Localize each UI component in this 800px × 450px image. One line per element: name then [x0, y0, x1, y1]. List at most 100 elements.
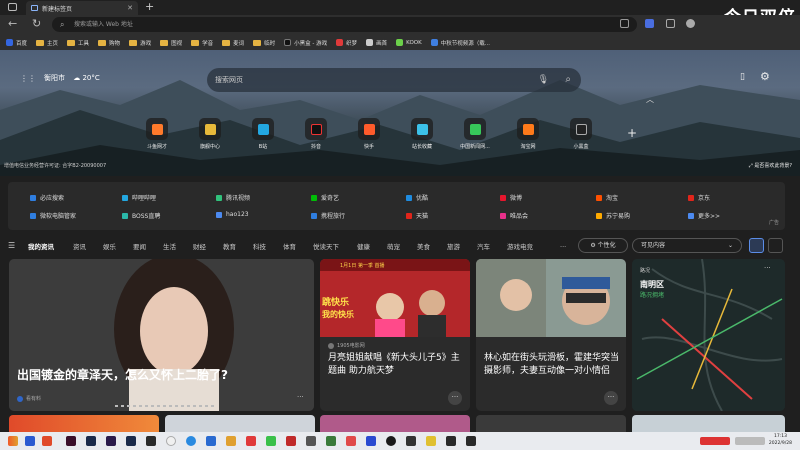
- list-view-button[interactable]: [768, 238, 783, 253]
- shortcut-tile[interactable]: 斗鱼网才: [140, 118, 174, 150]
- quick-link[interactable]: 更多>>: [688, 211, 720, 220]
- app-icon[interactable]: [446, 436, 456, 446]
- traffic-card[interactable]: 路况 南明区 路况拥堵 ···: [632, 259, 785, 411]
- background-feedback-link[interactable]: ⤢ 是否喜欢此背景?: [749, 162, 792, 169]
- bookmark-folder[interactable]: 工具: [67, 39, 89, 47]
- visible-content-select[interactable]: 可见内容 ⌄: [632, 238, 742, 253]
- news-tab[interactable]: 要闻: [133, 241, 146, 251]
- bookmark-folder[interactable]: 图视: [160, 39, 182, 47]
- bookmark-folder[interactable]: 麦词: [222, 39, 244, 47]
- quick-link[interactable]: 苏宁易购: [596, 211, 630, 220]
- bookmark-folder[interactable]: 临时: [253, 39, 275, 47]
- quick-link[interactable]: 携程旅行: [311, 211, 345, 220]
- news-tab[interactable]: 科技: [253, 241, 266, 251]
- quick-link[interactable]: 优酷: [406, 193, 428, 202]
- settings-gear-icon[interactable]: ⚙: [760, 70, 770, 83]
- microphone-icon[interactable]: 🎙: [538, 68, 549, 92]
- tray-icons[interactable]: [735, 437, 765, 445]
- bookmark-item[interactable]: 织梦: [336, 39, 357, 47]
- tab-new-tab[interactable]: 新建标签页 ✕: [26, 1, 138, 15]
- shortcut-tile[interactable]: 快手: [352, 118, 386, 150]
- more-options-icon[interactable]: ···: [764, 264, 771, 272]
- shortcut-tile[interactable]: 抖音: [299, 118, 333, 150]
- shortcut-tile[interactable]: 中国新闻网...: [458, 118, 492, 150]
- app-icon[interactable]: [106, 436, 116, 446]
- quick-link[interactable]: BOSS直聘: [122, 211, 160, 220]
- app-icon[interactable]: [8, 436, 18, 446]
- address-input[interactable]: ⌕ 搜索或输入 Web 地址: [52, 17, 637, 32]
- app-icon[interactable]: [346, 436, 356, 446]
- menu-icon[interactable]: ☰: [8, 241, 15, 250]
- edge-icon[interactable]: [186, 436, 196, 446]
- news-tab[interactable]: 萌宠: [387, 241, 400, 251]
- add-shortcut-button[interactable]: +: [627, 126, 637, 140]
- news-card[interactable]: 出国镀金的章泽天，怎么又怀上二胎了? 看有料 ···: [9, 259, 314, 411]
- tray-icons[interactable]: [700, 437, 730, 445]
- news-card[interactable]: 林心如在街头玩滑板，霍建华突当摄影师，夫妻互动像一对小情侣 ···: [476, 259, 626, 411]
- extension-icon[interactable]: [645, 19, 654, 28]
- search-icon[interactable]: ⌕: [565, 68, 571, 92]
- news-tab[interactable]: 游戏电竞: [507, 241, 533, 251]
- system-clock[interactable]: 17:13 2022/9/28: [769, 433, 792, 447]
- news-tab[interactable]: 美食: [417, 241, 430, 251]
- quick-link[interactable]: 微软电脑管家: [30, 211, 76, 220]
- bookmark-folder[interactable]: 购物: [98, 39, 120, 47]
- bookmark-item[interactable]: 百度: [6, 39, 27, 47]
- shortcut-tile[interactable]: 淘宝网: [511, 118, 545, 150]
- app-icon[interactable]: [25, 436, 35, 446]
- app-icon[interactable]: [66, 436, 76, 446]
- news-tab[interactable]: 教育: [223, 241, 236, 251]
- more-options-icon[interactable]: ···: [297, 393, 304, 401]
- news-tab-mine[interactable]: 我的资讯: [28, 241, 54, 251]
- grid-view-button[interactable]: [749, 238, 764, 253]
- weather-widget[interactable]: 衡阳市 ☁ 20°C: [44, 73, 100, 83]
- app-icon[interactable]: [426, 436, 436, 446]
- shortcut-tile[interactable]: 旗舰中心: [193, 118, 227, 150]
- profile-icon[interactable]: [686, 19, 695, 28]
- carousel-dots[interactable]: [115, 405, 215, 407]
- chrome-icon[interactable]: [166, 436, 176, 446]
- quick-link[interactable]: 唯品会: [500, 211, 528, 220]
- more-tabs-button[interactable]: ...: [560, 241, 566, 249]
- bookmark-item[interactable]: KOOK: [396, 39, 422, 46]
- app-icon[interactable]: [246, 436, 256, 446]
- shortcut-tile[interactable]: B站: [246, 118, 280, 150]
- quick-link[interactable]: 腾讯视频: [216, 193, 250, 202]
- more-options-button[interactable]: ···: [604, 391, 618, 405]
- bookmark-folder[interactable]: 游戏: [129, 39, 151, 47]
- app-icon[interactable]: [42, 436, 52, 446]
- news-tab[interactable]: 财经: [193, 241, 206, 251]
- apps-grid-icon[interactable]: ⋮⋮: [20, 74, 36, 83]
- news-tab[interactable]: 汽车: [477, 241, 490, 251]
- bookmark-folder[interactable]: 学音: [191, 39, 213, 47]
- quick-link[interactable]: 天猫: [406, 211, 428, 220]
- web-search-input[interactable]: 搜索网页 🎙 ⌕: [207, 68, 581, 92]
- news-card-preview[interactable]: [165, 415, 315, 432]
- shortcut-tile[interactable]: 站长收藏: [405, 118, 439, 150]
- app-icon[interactable]: [406, 436, 416, 446]
- app-icon[interactable]: [286, 436, 296, 446]
- app-icon[interactable]: [266, 436, 276, 446]
- shortcut-tile[interactable]: 小黑盒: [564, 118, 598, 150]
- app-icon[interactable]: [206, 436, 216, 446]
- read-aloud-icon[interactable]: [620, 19, 629, 28]
- app-icon[interactable]: [146, 436, 156, 446]
- quick-link[interactable]: 哔哩哔哩: [122, 193, 156, 202]
- folder-icon[interactable]: [226, 436, 236, 446]
- news-tab[interactable]: 旅游: [447, 241, 460, 251]
- app-icon[interactable]: [466, 436, 476, 446]
- tab-actions-icon[interactable]: [8, 3, 17, 11]
- steam-icon[interactable]: [386, 436, 396, 446]
- quick-link[interactable]: 京东: [688, 193, 710, 202]
- more-options-button[interactable]: ···: [448, 391, 462, 405]
- quick-link[interactable]: hao123: [216, 211, 249, 218]
- app-icon[interactable]: [366, 436, 376, 446]
- app-icon[interactable]: [86, 436, 96, 446]
- news-tab[interactable]: 健康: [357, 241, 370, 251]
- favorites-icon[interactable]: [666, 19, 675, 28]
- app-icon[interactable]: [306, 436, 316, 446]
- news-card-preview[interactable]: [476, 415, 626, 432]
- bookmark-folder[interactable]: 主页: [36, 39, 58, 47]
- news-card-preview[interactable]: [320, 415, 470, 432]
- back-icon[interactable]: ←: [8, 17, 17, 30]
